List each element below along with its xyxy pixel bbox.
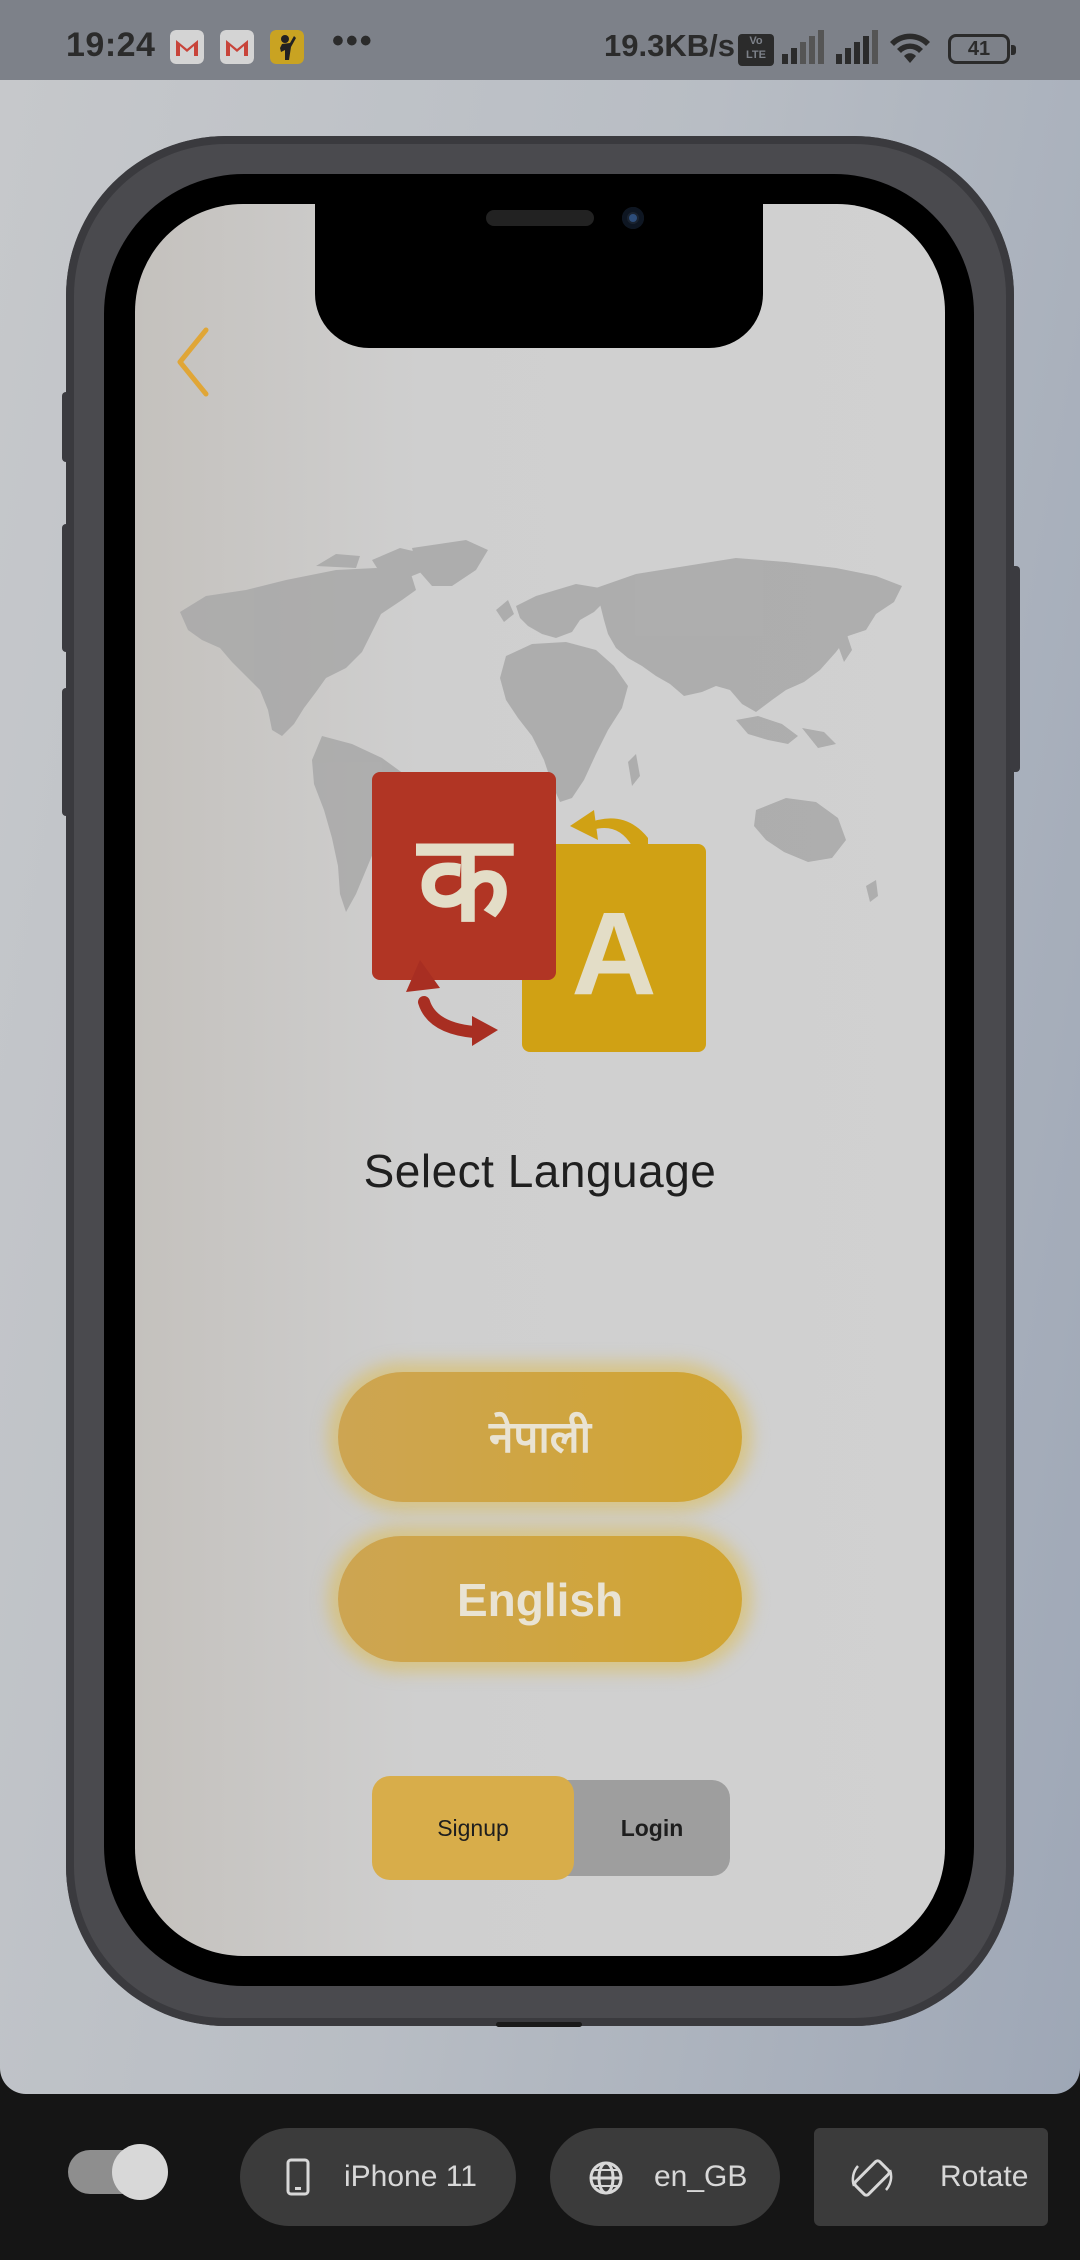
- phone-side-button: [62, 688, 70, 816]
- signup-tab[interactable]: Signup: [372, 1776, 574, 1880]
- preview-toolbar: iPhone 11 en_GB Rotate: [0, 2094, 1080, 2260]
- volte-label-bottom: LTE: [746, 49, 766, 61]
- battery-icon: 41: [948, 34, 1016, 64]
- locale-label: en_GB: [654, 2160, 748, 2193]
- phone-power-button: [1010, 566, 1020, 772]
- app-notification-icon: [270, 30, 304, 64]
- phone-side-button: [62, 524, 70, 652]
- status-bar: 19:24 ••• 19.3KB/s Vo LTE 41: [0, 0, 1080, 80]
- device-selector-button[interactable]: iPhone 11: [240, 2128, 516, 2226]
- nepali-language-button[interactable]: नेपाली: [338, 1372, 742, 1502]
- phone-camera: [622, 207, 644, 229]
- phone-screen: [135, 204, 945, 1956]
- translate-language-icon: A क: [372, 772, 706, 1052]
- phone-speaker: [486, 210, 594, 226]
- chevron-left-icon[interactable]: [170, 322, 220, 402]
- page-title: Select Language: [363, 1145, 717, 1197]
- gmail-icon: [170, 30, 204, 64]
- locale-selector-button[interactable]: en_GB: [550, 2128, 780, 2226]
- phone-icon: [286, 2158, 310, 2196]
- latin-glyph: A: [571, 888, 656, 1020]
- device-label: iPhone 11: [344, 2160, 477, 2193]
- phone-side-button: [62, 392, 70, 462]
- signal-icon: [782, 30, 824, 64]
- wifi-icon: [890, 33, 930, 63]
- status-time: 19:24: [66, 26, 156, 64]
- signal-icon: [836, 30, 878, 64]
- home-indicator: [496, 2022, 582, 2027]
- gmail-icon: [220, 30, 254, 64]
- login-tab[interactable]: Login: [574, 1780, 730, 1876]
- volte-icon: Vo LTE: [738, 34, 774, 66]
- rotate-button[interactable]: Rotate: [814, 2128, 1048, 2226]
- devanagari-glyph: क: [416, 810, 514, 949]
- battery-level: 41: [967, 38, 991, 60]
- more-notifications: •••: [332, 22, 374, 60]
- english-language-button[interactable]: English: [338, 1536, 742, 1662]
- screen-rotation-icon: [851, 2159, 893, 2197]
- frame-toggle-knob[interactable]: [112, 2144, 168, 2200]
- network-speed: 19.3KB/s: [604, 28, 735, 63]
- volte-label-top: Vo: [749, 35, 763, 47]
- rotate-label: Rotate: [940, 2160, 1029, 2193]
- globe-icon: [589, 2161, 623, 2195]
